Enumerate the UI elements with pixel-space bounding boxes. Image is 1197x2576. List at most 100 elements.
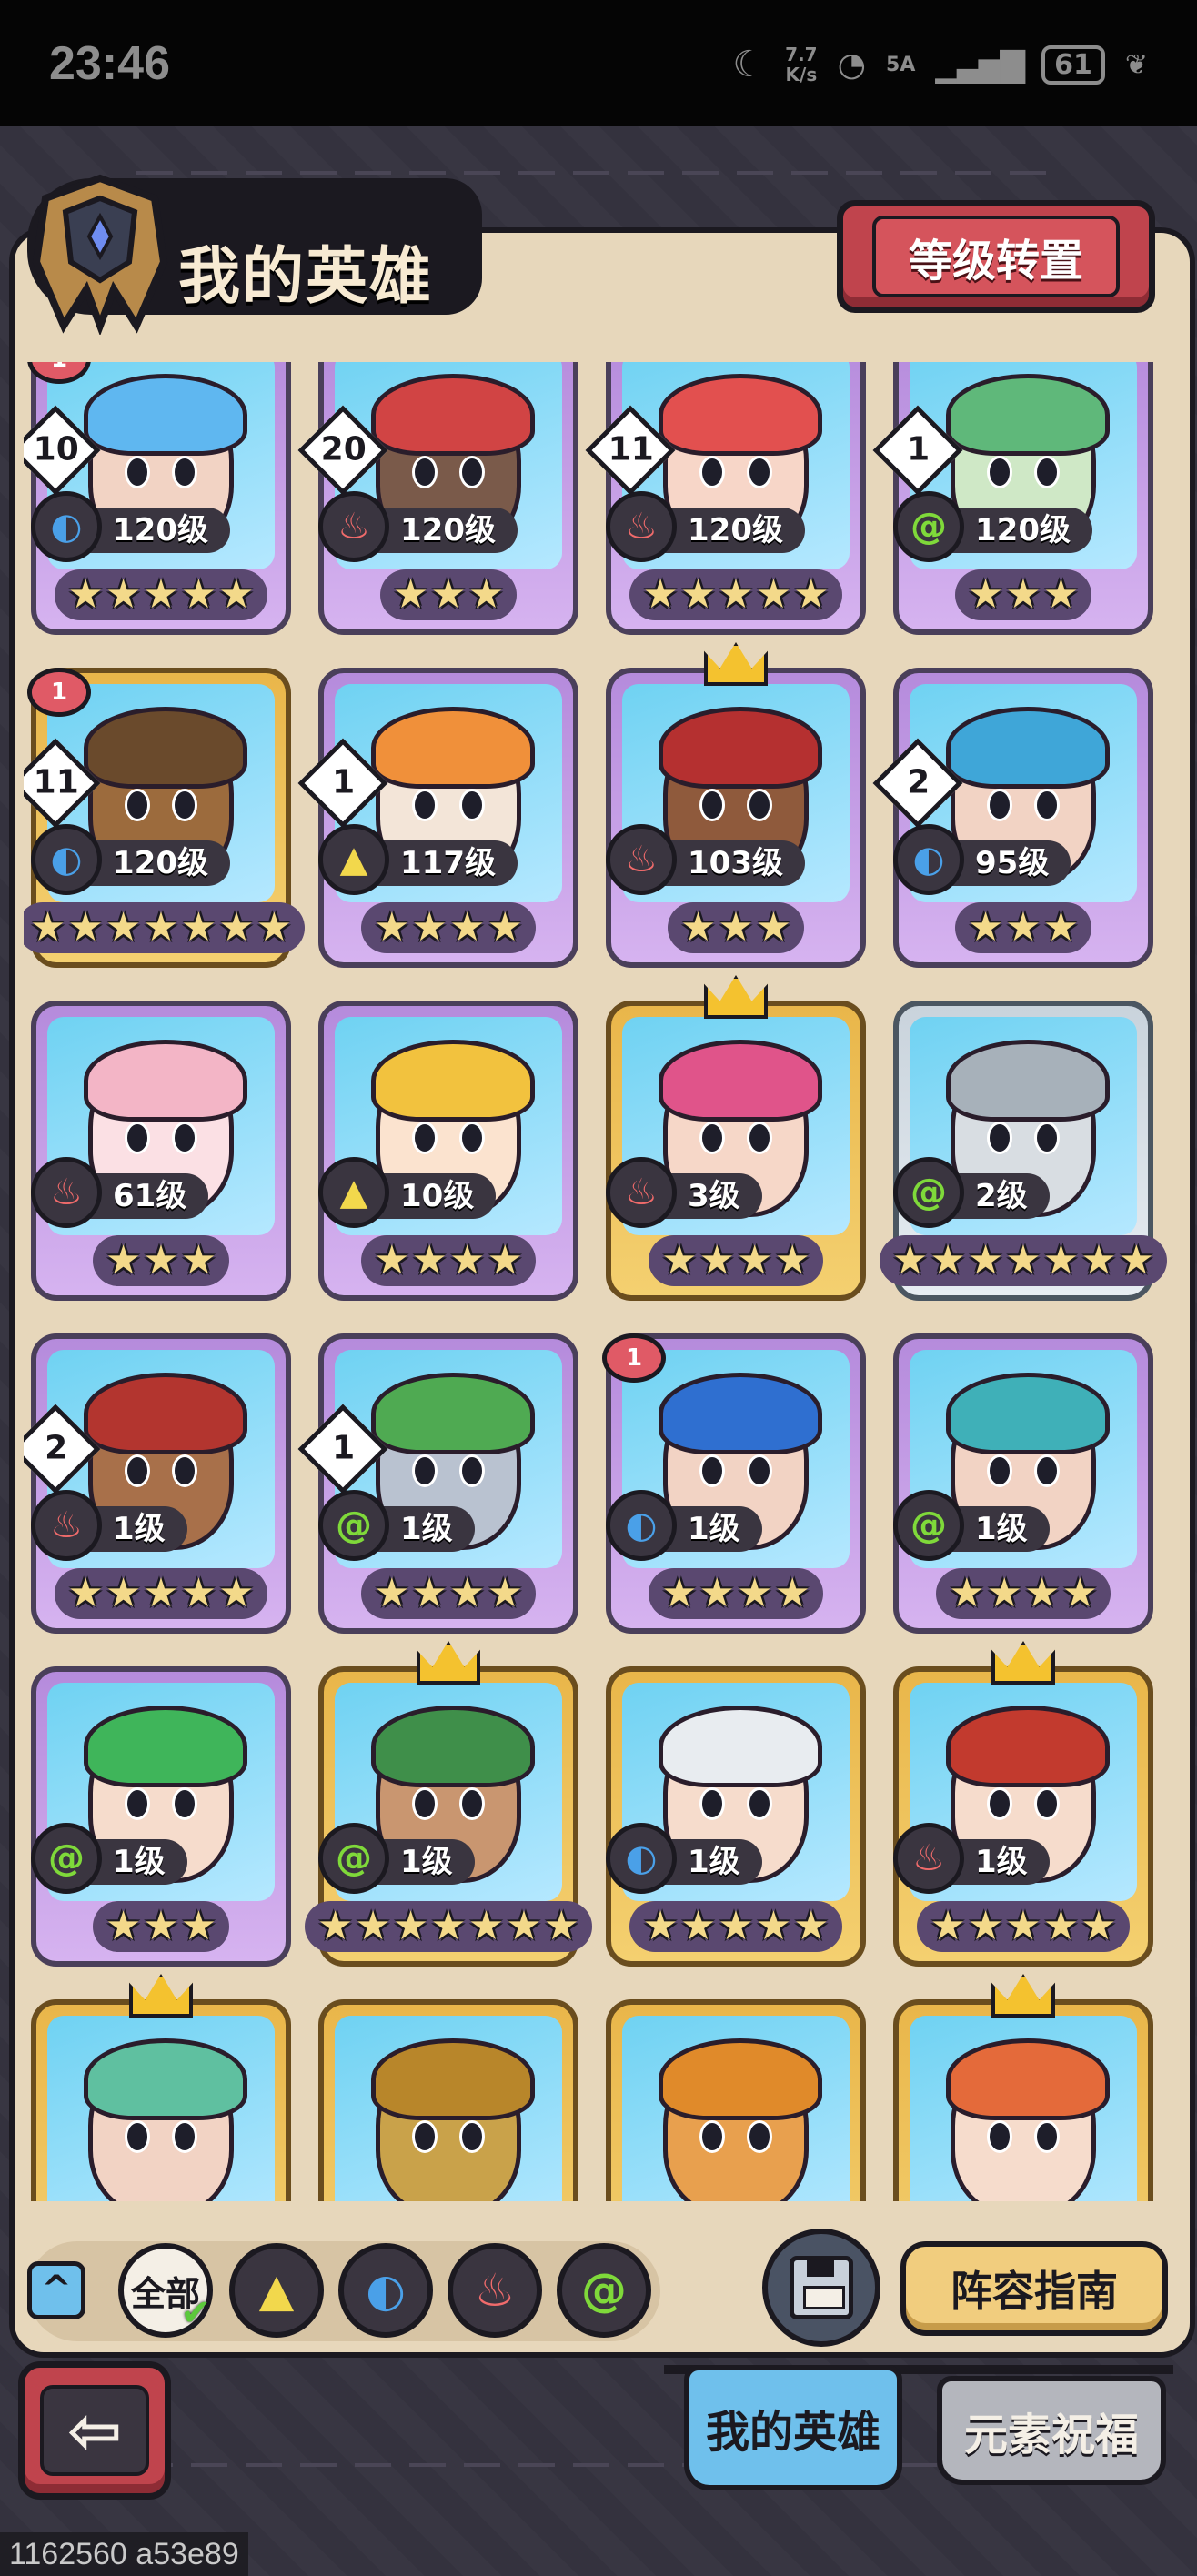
hero-hair: [659, 1706, 822, 1787]
hero-card[interactable]: 10级 ▲ ★ ★ ★ ★: [318, 1001, 578, 1301]
hero-eye: [747, 1787, 772, 1820]
hero-eye: [747, 1122, 772, 1154]
filter-fire-button[interactable]: ♨: [448, 2243, 542, 2338]
hero-face: [946, 2038, 1110, 2201]
hero-card[interactable]: 110120级◐★★★★★: [24, 362, 291, 635]
tab-my-heroes[interactable]: 我的英雄: [684, 2365, 902, 2490]
tab-element-blessing[interactable]: 元素祝福: [937, 2376, 1166, 2485]
hero-eye: [699, 1787, 725, 1820]
hero-card[interactable]: [606, 1999, 866, 2201]
level-transfer-button[interactable]: 等级转置: [837, 200, 1155, 313]
wind-element-icon: @: [893, 491, 964, 562]
star-rating: ★ ★ ★ ★: [324, 1233, 573, 1288]
hero-eye: [459, 1787, 485, 1820]
wind-element-icon: @: [581, 2264, 627, 2317]
star-icon: ★: [718, 904, 754, 951]
hero-card[interactable]: 1 1级 ◐ ★ ★ ★ ★: [602, 1333, 866, 1634]
water-element-icon: ◐: [366, 2264, 406, 2317]
hero-card[interactable]: 2 95级 ◐ ★ ★ ★: [872, 668, 1153, 968]
hero-eye: [987, 1122, 1012, 1154]
star-icon: ★: [679, 571, 717, 618]
star-icon: ★: [67, 904, 104, 951]
hero-eye: [747, 1454, 772, 1487]
star-icon: ★: [29, 904, 66, 951]
star-icon: ★: [1081, 1237, 1117, 1283]
hero-hair: [946, 374, 1110, 456]
star-icon: ★: [180, 571, 217, 618]
hero-card[interactable]: 1级 @ ★ ★ ★: [31, 1666, 291, 1967]
star-icon: ★: [1042, 1903, 1080, 1949]
filter-all-button[interactable]: 全部 ✔: [118, 2243, 213, 2338]
star-icon: ★: [1005, 1237, 1041, 1283]
star-icon: ★: [699, 1237, 735, 1283]
star-icon: ★: [392, 1903, 429, 1949]
star-icon: ★: [1061, 1570, 1098, 1616]
hero-hair: [946, 1706, 1110, 1787]
hero-card[interactable]: 1 1级 @ ★ ★ ★ ★: [297, 1333, 578, 1634]
star-rating: ★ ★ ★ ★ ★: [611, 568, 860, 622]
filter-earth-button[interactable]: ▲: [229, 2243, 324, 2338]
network-speed-value: 7.7: [785, 44, 818, 65]
star-rating-bar: ★ ★ ★ ★ ★: [55, 569, 267, 620]
hero-card[interactable]: 11 120级 ♨ ★ ★ ★ ★ ★: [585, 362, 866, 635]
filter-wind-button[interactable]: @: [557, 2243, 651, 2338]
star-icon: ★: [143, 1903, 179, 1949]
moon-icon: ☾: [732, 44, 766, 86]
wind-element-icon: @: [893, 1490, 964, 1561]
hero-card[interactable]: 1 120级 @ ★ ★ ★: [872, 362, 1153, 635]
level-transfer-label: 等级转置: [871, 216, 1120, 297]
decor-line: [136, 2463, 1055, 2467]
star-icon: ★: [679, 1903, 717, 1949]
star-icon: ★: [392, 571, 429, 618]
save-formation-button[interactable]: [762, 2229, 880, 2347]
hero-hair: [946, 1373, 1110, 1454]
fire-element-icon: ♨: [606, 1157, 677, 1228]
hero-card[interactable]: [893, 1974, 1153, 2201]
filter-water-button[interactable]: ◐: [338, 2243, 433, 2338]
network-speed-unit: K/s: [785, 64, 818, 86]
rank-value: 11: [608, 430, 654, 468]
fire-element-icon: ♨: [606, 491, 677, 562]
hero-face: [84, 2038, 247, 2201]
star-rating-bar: ★ ★ ★: [92, 1235, 230, 1286]
collapse-toggle-button[interactable]: ^: [27, 2261, 86, 2319]
star-icon: ★: [1042, 904, 1080, 951]
hero-eye: [412, 1122, 438, 1154]
page-title: 我的英雄: [178, 241, 434, 313]
hero-card[interactable]: 1级 ◐ ★ ★ ★ ★ ★: [606, 1666, 866, 1967]
star-rating-bar: ★ ★ ★ ★ ★ ★ ★: [24, 902, 306, 953]
star-icon: ★: [737, 1570, 773, 1616]
hero-card[interactable]: 2级 @ ★ ★ ★ ★ ★ ★ ★: [879, 1001, 1168, 1301]
hero-card[interactable]: 2 1级 ♨ ★ ★ ★ ★ ★: [24, 1333, 291, 1634]
awaken-badge: 1: [27, 668, 91, 717]
star-icon: ★: [355, 1903, 391, 1949]
star-icon: ★: [1081, 1903, 1117, 1949]
hero-card[interactable]: 1 117级 ▲ ★ ★ ★ ★: [297, 668, 578, 968]
star-icon: ★: [642, 571, 679, 618]
star-icon: ★: [661, 1570, 698, 1616]
hero-eye: [125, 2120, 150, 2153]
back-button[interactable]: ⇦: [18, 2361, 171, 2500]
formation-guide-button[interactable]: 阵容指南: [900, 2241, 1168, 2336]
star-icon: ★: [506, 1903, 542, 1949]
hero-card[interactable]: 1 11 120级 ◐ ★ ★ ★ ★ ★ ★ ★: [24, 668, 306, 968]
star-icon: ★: [774, 1570, 810, 1616]
hero-eye: [459, 456, 485, 488]
star-icon: ★: [642, 1903, 679, 1949]
star-icon: ★: [949, 1570, 985, 1616]
hero-eye: [699, 2120, 725, 2153]
hero-grid[interactable]: 110120级◐★★★★★20120级♨★★★11120级♨★★★★★1120级…: [24, 362, 1173, 2201]
star-icon: ★: [679, 904, 717, 951]
star-rating: ★ ★ ★ ★ ★ ★ ★: [304, 1899, 593, 1954]
hero-card[interactable]: 3级 ♨ ★ ★ ★ ★: [606, 975, 866, 1301]
star-rating: ★ ★ ★ ★: [324, 901, 573, 955]
hero-card[interactable]: 20 120级 ♨ ★ ★ ★: [297, 362, 578, 635]
star-icon: ★: [930, 1237, 966, 1283]
hero-card[interactable]: 1级 @ ★ ★ ★ ★: [893, 1333, 1153, 1634]
hero-card[interactable]: [318, 1999, 578, 2201]
hero-card[interactable]: 61级 ♨ ★ ★ ★: [31, 1001, 291, 1301]
hero-card[interactable]: 1级 @ ★ ★ ★ ★ ★ ★ ★: [304, 1641, 593, 1967]
hero-card[interactable]: 103级 ♨ ★ ★ ★: [606, 642, 866, 968]
hero-card[interactable]: 1级 ♨ ★ ★ ★ ★ ★: [893, 1641, 1153, 1967]
hero-card[interactable]: [31, 1974, 291, 2201]
